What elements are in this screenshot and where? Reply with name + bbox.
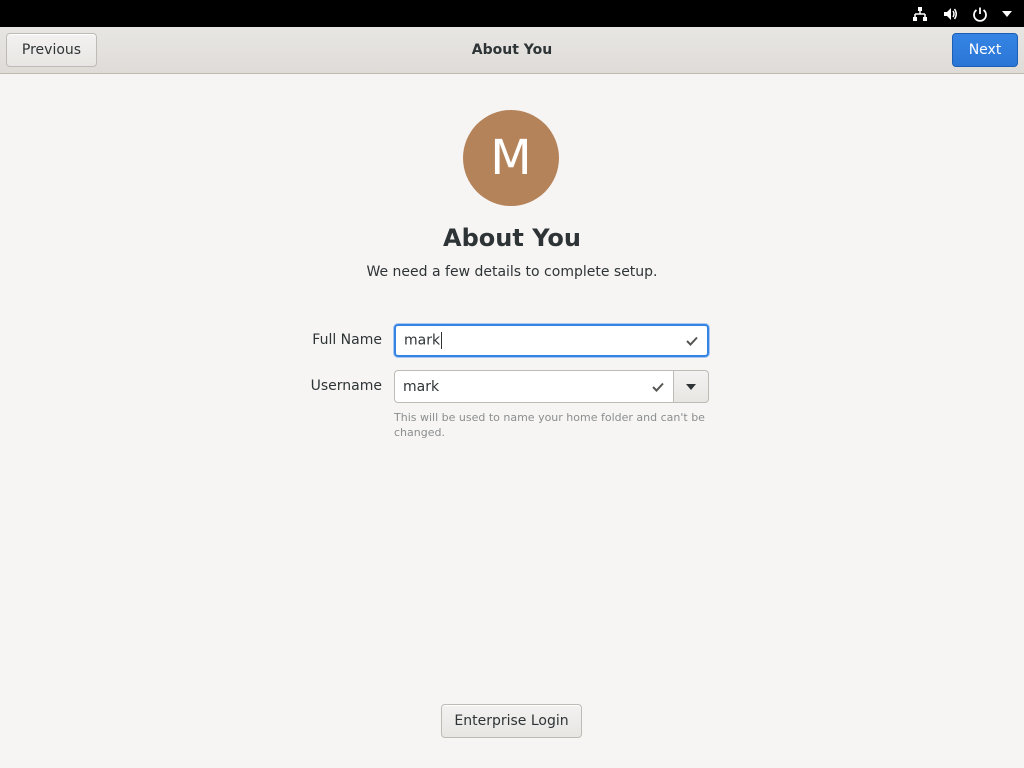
username-value: mark <box>403 378 440 395</box>
enterprise-login-button[interactable]: Enterprise Login <box>441 704 582 738</box>
full-name-label: Full Name <box>312 332 382 348</box>
header-bar: About You Previous Next <box>0 27 1024 74</box>
username-label: Username <box>310 378 382 394</box>
page-title: About You <box>443 224 581 252</box>
full-name-value: mark <box>404 332 443 349</box>
username-input[interactable]: mark <box>394 370 674 403</box>
username-hint: This will be used to name your home fold… <box>394 411 705 439</box>
network-icon[interactable] <box>912 0 928 27</box>
full-name-input[interactable]: mark <box>394 324 709 357</box>
header-title: About You <box>471 42 553 58</box>
check-icon <box>677 336 707 346</box>
avatar-initial: M <box>490 130 532 186</box>
chevron-down-icon <box>686 383 696 390</box>
next-button[interactable]: Next <box>952 33 1018 67</box>
power-icon[interactable] <box>972 0 988 27</box>
previous-button[interactable]: Previous <box>6 33 97 67</box>
check-icon <box>643 382 673 392</box>
username-dropdown-button[interactable] <box>673 370 709 403</box>
menu-arrow-icon[interactable] <box>1002 0 1012 27</box>
volume-icon[interactable] <box>942 0 958 27</box>
system-top-bar <box>0 0 1024 27</box>
page-subtitle: We need a few details to complete setup. <box>366 264 658 280</box>
avatar[interactable]: M <box>463 110 559 206</box>
